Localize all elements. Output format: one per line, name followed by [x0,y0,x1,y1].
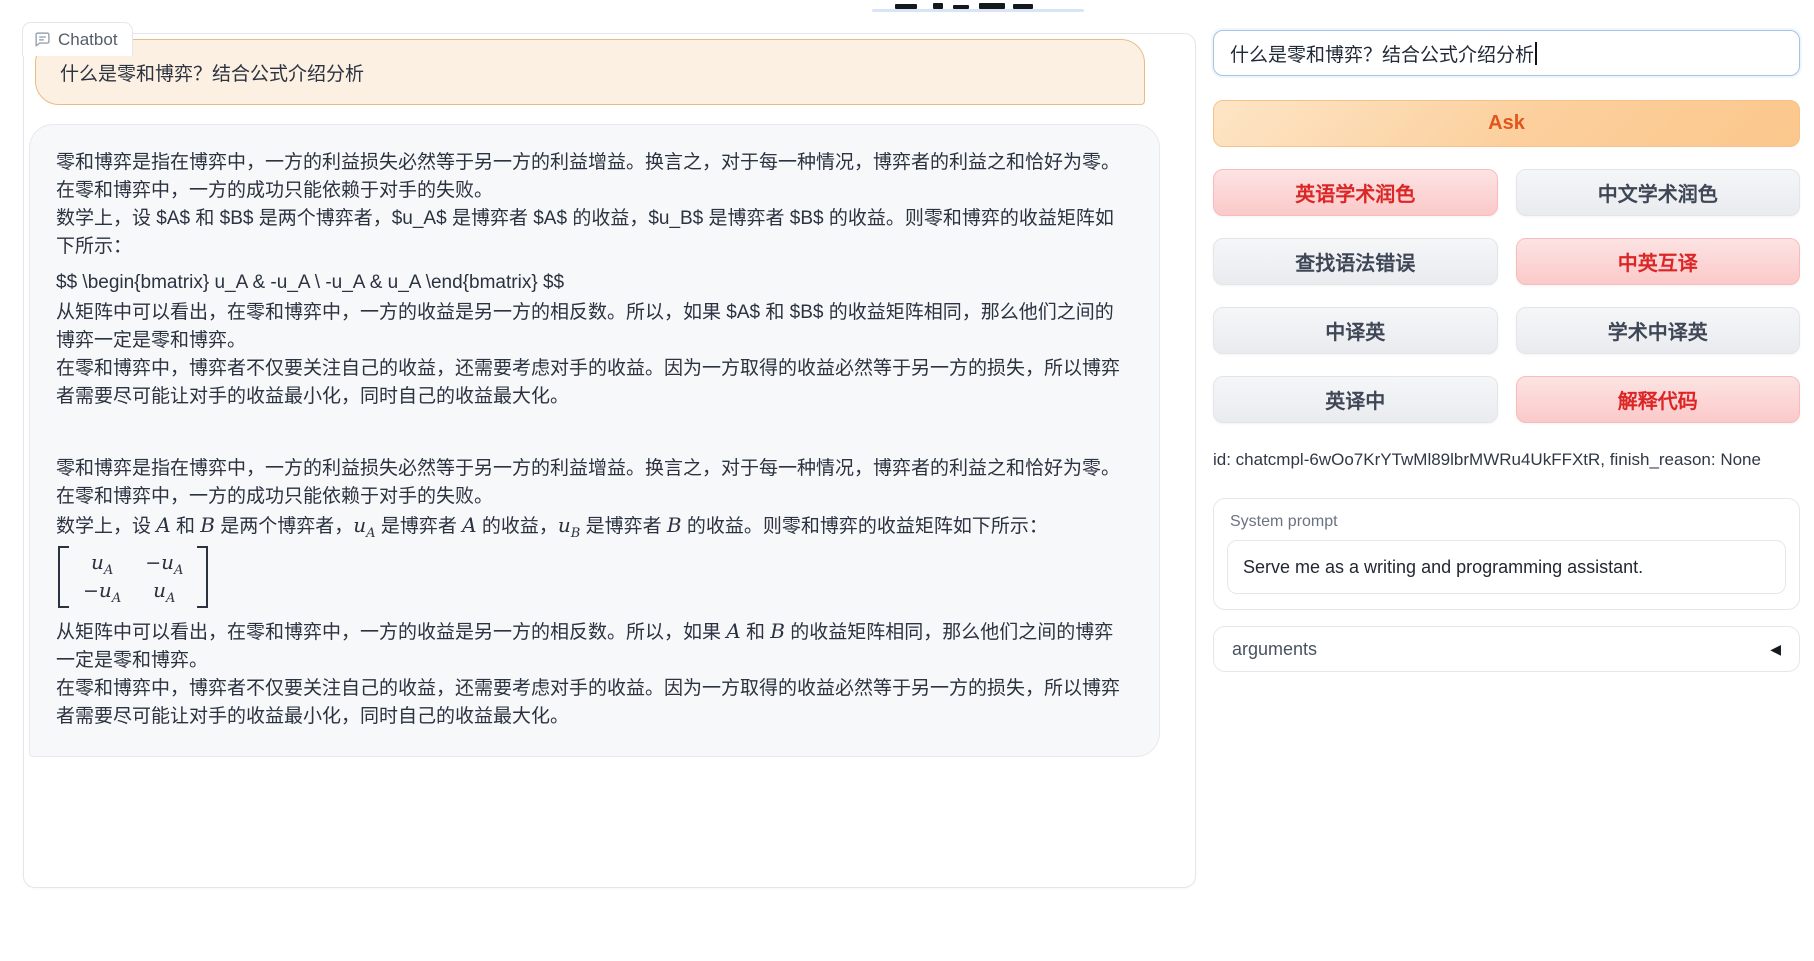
chatbot-label: Chatbot [22,22,133,56]
cropped-page-title-fragments [895,0,1045,9]
user-message-text: 什么是零和博弈？结合公式介绍分析 [60,59,364,86]
ask-button[interactable]: Ask [1213,100,1800,147]
bot-raw-paragraph-3: 从矩阵中可以看出，在零和博弈中，一方的收益是另一方的相反数。所以，如果 $A$ … [56,299,1131,355]
question-input[interactable]: 什么是零和博弈？结合公式介绍分析 [1213,30,1800,76]
system-prompt-input[interactable]: Serve me as a writing and programming as… [1227,540,1786,594]
title-underline-decoration [872,9,1084,12]
ask-button-label: Ask [1488,112,1525,135]
matrix-cell: −uA [83,577,121,605]
bot-raw-paragraph-1: 零和博弈是指在博弈中，一方的利益损失必然等于另一方的利益增益。换言之，对于每一种… [56,149,1131,205]
button-zh-en-mutual-translate[interactable]: 中英互译 [1516,238,1801,285]
accordion-collapsed-triangle-icon: ◀ [1770,641,1781,658]
bot-message-bubble: 零和博弈是指在博弈中，一方的利益损失必然等于另一方的利益增益。换言之，对于每一种… [29,124,1160,757]
payoff-matrix: uA−uA−uAuA [58,546,208,608]
matrix-right-bracket [197,546,208,608]
text-cursor [1535,42,1537,65]
chat-bubble-icon [34,31,51,48]
button-academic-zh-to-en[interactable]: 学术中译英 [1516,307,1801,354]
bot-rendered-paragraph-1: 零和博弈是指在博弈中，一方的利益损失必然等于另一方的利益增益。换言之，对于每一种… [56,455,1131,511]
matrix-cell: −uA [145,549,183,577]
bot-rendered-paragraph-3: 从矩阵中可以看出，在零和博弈中，一方的收益是另一方的相反数。所以，如果 A 和 … [56,617,1131,675]
button-find-grammar-errors[interactable]: 查找语法错误 [1213,238,1498,285]
system-prompt-value: Serve me as a writing and programming as… [1243,557,1643,578]
arguments-accordion-label: arguments [1232,639,1317,660]
bot-raw-latex-line: $$ \begin{bmatrix} u_A & -u_A \ -u_A & u… [56,269,1131,297]
button-en-academic-polish[interactable]: 英语学术润色 [1213,169,1498,216]
bot-raw-paragraph-2: 数学上，设 $A$ 和 $B$ 是两个博弈者，$u_A$ 是博弈者 $A$ 的收… [56,205,1131,261]
button-zh-to-en[interactable]: 中译英 [1213,307,1498,354]
button-en-to-zh[interactable]: 英译中 [1213,376,1498,423]
matrix-left-bracket [58,546,69,608]
matrix-cell: uA [145,577,183,605]
user-message-bubble: 什么是零和博弈？结合公式介绍分析 [35,39,1145,105]
completion-status-line: id: chatcmpl-6wOo7KrYTwMl89lbrMWRu4UkFFX… [1213,450,1800,470]
function-button-grid: 英语学术润色中文学术润色查找语法错误中英互译中译英学术中译英英译中解释代码 [1213,169,1800,423]
chatbot-label-text: Chatbot [58,30,118,50]
arguments-accordion[interactable]: arguments ◀ [1213,626,1800,672]
button-explain-code[interactable]: 解释代码 [1516,376,1801,423]
matrix-cells: uA−uA−uAuA [69,546,197,608]
bot-rendered-paragraph-4: 在零和博弈中，博弈者不仅要关注自己的收益，还需要考虑对手的收益。因为一方取得的收… [56,675,1131,731]
bot-rendered-paragraph-2: 数学上，设 A 和 B 是两个博弈者，uA 是博弈者 A 的收益，uB 是博弈者… [56,511,1131,541]
system-prompt-card: System prompt Serve me as a writing and … [1213,498,1800,610]
matrix-cell: uA [83,549,121,577]
button-zh-academic-polish[interactable]: 中文学术润色 [1516,169,1801,216]
bot-raw-paragraph-4: 在零和博弈中，博弈者不仅要关注自己的收益，还需要考虑对手的收益。因为一方取得的收… [56,355,1131,411]
control-column: 什么是零和博弈？结合公式介绍分析 Ask 英语学术润色中文学术润色查找语法错误中… [1213,30,1800,672]
question-input-value: 什么是零和博弈？结合公式介绍分析 [1230,40,1534,67]
system-prompt-label: System prompt [1230,513,1786,531]
message-part-gap [56,411,1131,455]
